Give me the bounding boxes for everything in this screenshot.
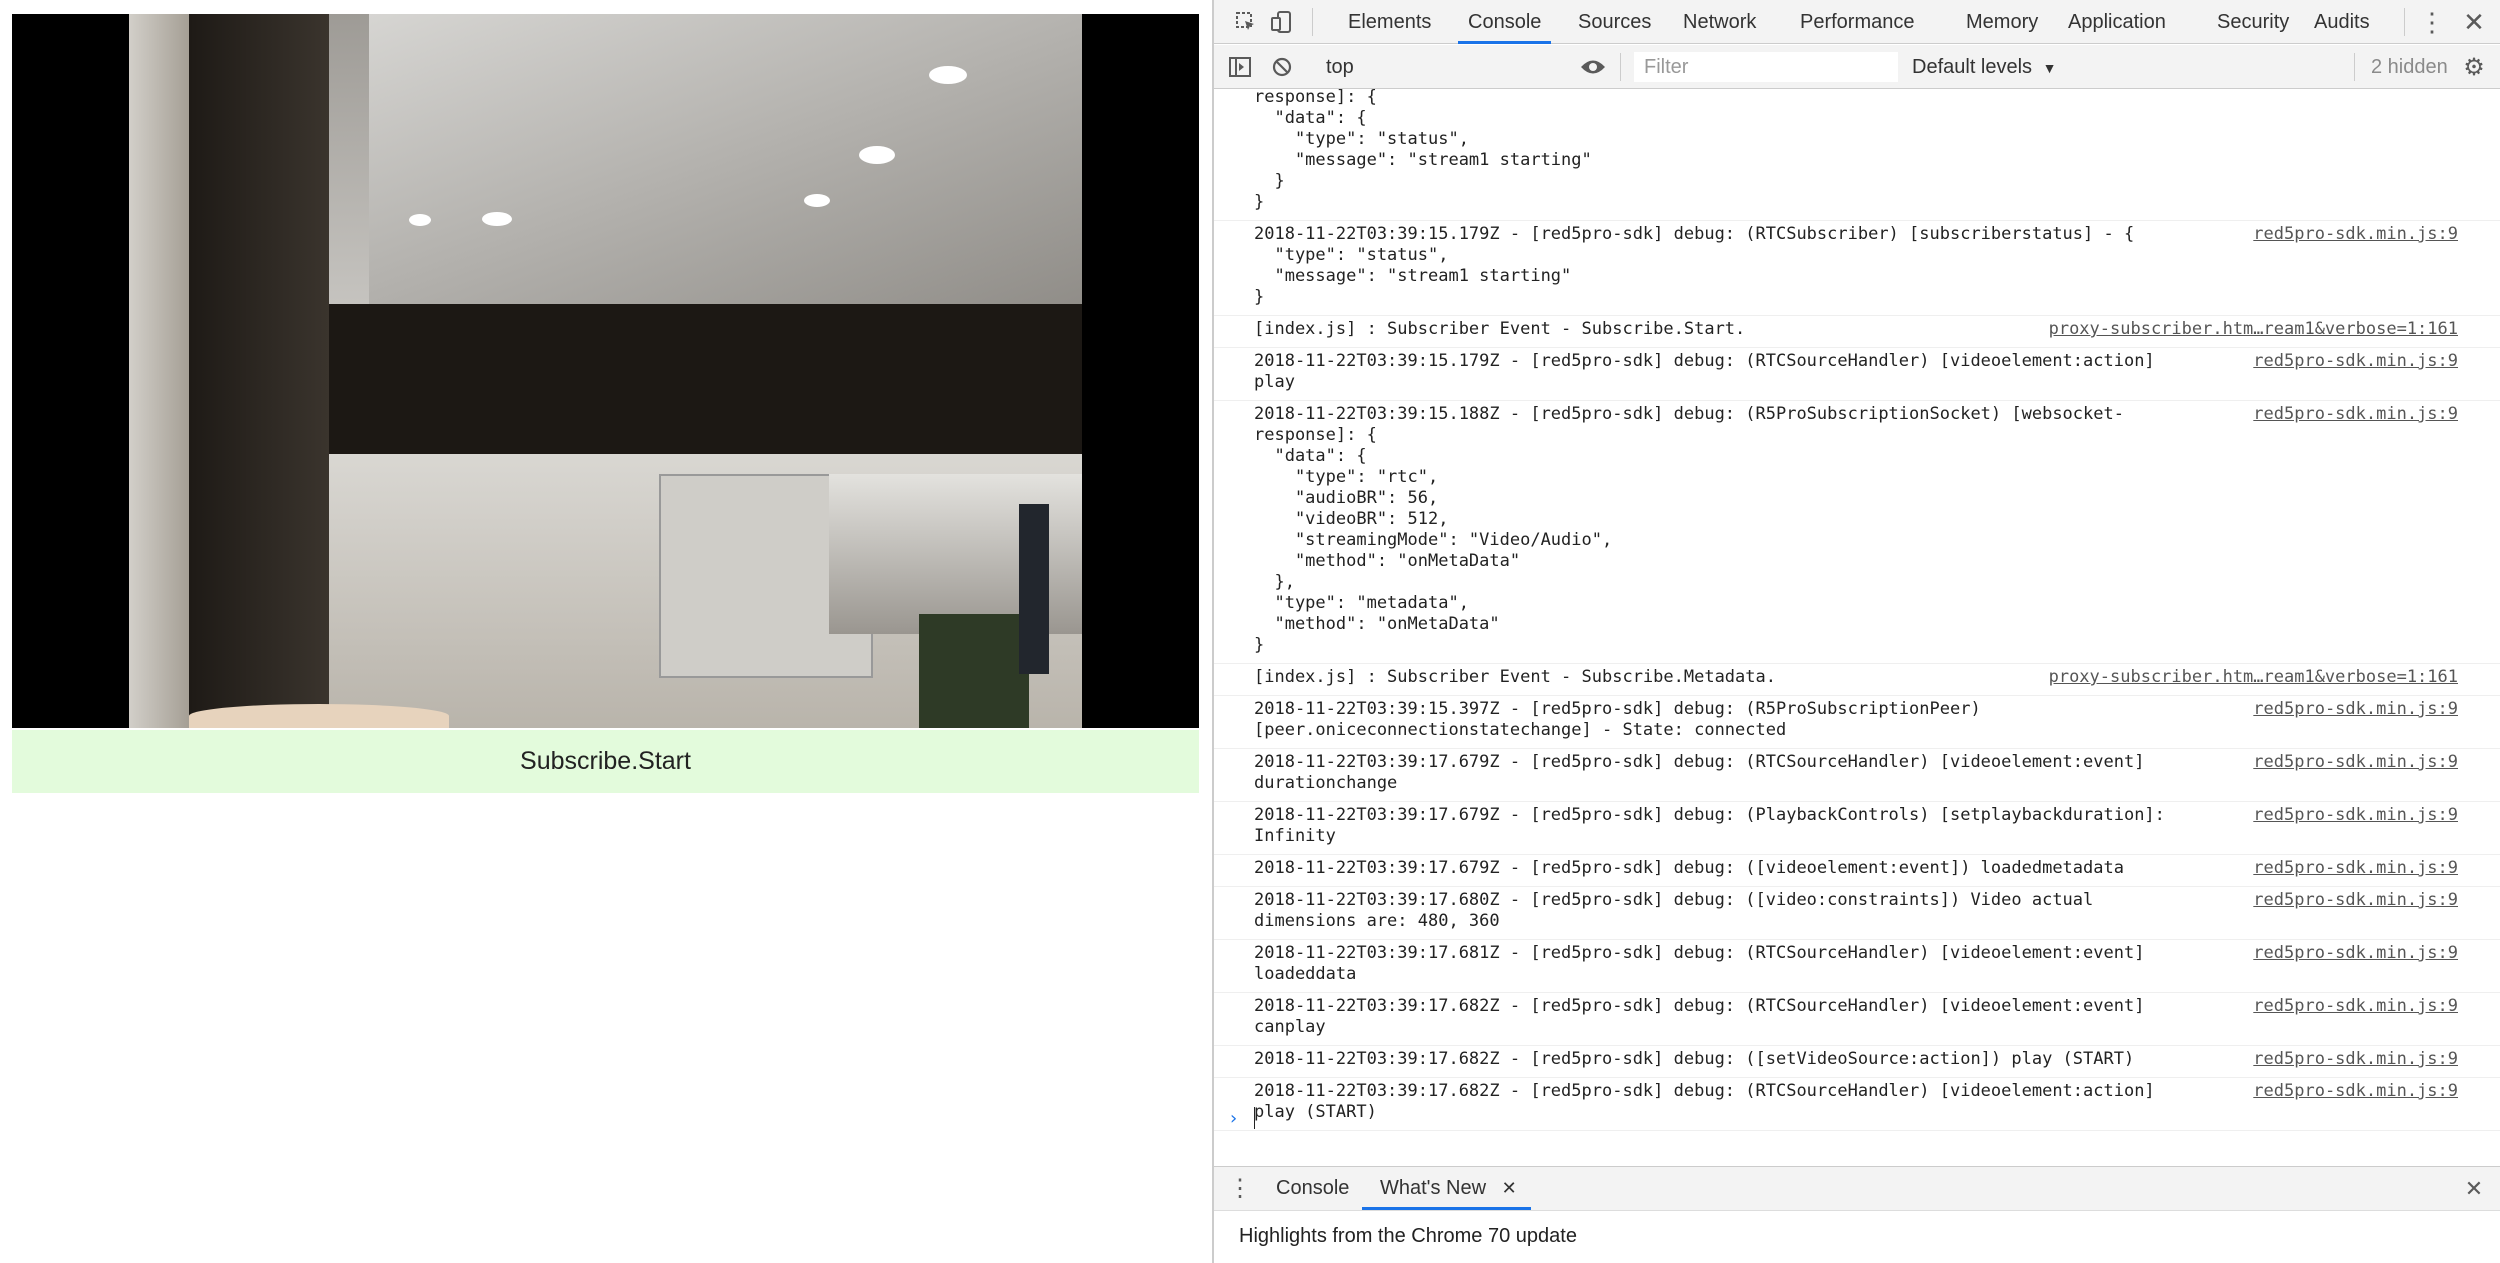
devtools-panel: Elements Console Sources Network Perform… <box>1212 0 2500 1263</box>
console-message-source-link[interactable]: red5pro-sdk.min.js:9 <box>2253 1081 2458 1102</box>
clear-console-icon[interactable] <box>1264 45 1300 89</box>
console-message-text: 2018-11-22T03:39:17.679Z - [red5pro-sdk]… <box>1254 805 2165 846</box>
drawer-tab-console[interactable]: Console <box>1276 1167 1349 1210</box>
video-frame <box>129 14 1082 728</box>
whats-new-headline: Highlights from the Chrome 70 update <box>1239 1225 1577 1247</box>
video-player[interactable] <box>12 14 1199 728</box>
console-message-text: 2018-11-22T03:39:17.680Z - [red5pro-sdk]… <box>1254 890 2094 931</box>
console-message: 2018-11-22T03:39:17.679Z - [red5pro-sdk]… <box>1214 856 2500 887</box>
console-message-source-link[interactable]: red5pro-sdk.min.js:9 <box>2253 699 2458 720</box>
context-value: top <box>1326 56 1354 78</box>
console-message-source-link[interactable]: red5pro-sdk.min.js:9 <box>2253 351 2458 372</box>
console-prompt[interactable]: › <box>1214 1104 2500 1134</box>
console-message: 2018-11-22T03:39:15.188Z - [red5pro-sdk]… <box>1214 402 2500 664</box>
prompt-chevron-icon: › <box>1228 1108 1239 1129</box>
console-message-text: 2018-11-22T03:39:17.679Z - [red5pro-sdk]… <box>1254 858 2124 878</box>
console-message-source-link[interactable]: red5pro-sdk.min.js:9 <box>2253 752 2458 773</box>
inspect-element-icon[interactable] <box>1228 0 1264 44</box>
console-messages: response]: { "data": { "type": "status",… <box>1214 89 2500 1166</box>
console-message-text: 2018-11-22T03:39:15.397Z - [red5pro-sdk]… <box>1254 699 1981 740</box>
console-message: 2018-11-22T03:39:17.679Z - [red5pro-sdk]… <box>1214 750 2500 802</box>
log-levels-dropdown[interactable]: Default levels ▼ <box>1912 45 2056 89</box>
log-levels-label: Default levels <box>1912 56 2033 78</box>
tab-memory[interactable]: Memory <box>1964 0 2040 44</box>
console-message-text: 2018-11-22T03:39:17.682Z - [red5pro-sdk]… <box>1254 1049 2135 1069</box>
hidden-messages-count: 2 hidden <box>2371 56 2448 78</box>
device-toolbar-icon[interactable] <box>1264 0 1300 44</box>
prompt-caret <box>1254 1107 1255 1129</box>
tab-sources[interactable]: Sources <box>1576 0 1653 44</box>
settings-gear-icon[interactable]: ⚙ <box>2456 45 2492 89</box>
tab-application[interactable]: Application <box>2066 0 2168 44</box>
console-message-text: 2018-11-22T03:39:15.188Z - [red5pro-sdk]… <box>1254 404 2124 655</box>
drawer-menu-icon[interactable]: ⋮ <box>1222 1167 1258 1210</box>
drawer-tabbar: ⋮ Console What's New ✕ ✕ <box>1214 1166 2500 1211</box>
console-message-text: [index.js] : Subscriber Event - Subscrib… <box>1254 667 1776 687</box>
console-message: [index.js] : Subscriber Event - Subscrib… <box>1214 317 2500 348</box>
console-message-source-link[interactable]: red5pro-sdk.min.js:9 <box>2253 858 2458 879</box>
console-message: 2018-11-22T03:39:15.397Z - [red5pro-sdk]… <box>1214 697 2500 749</box>
sidebar-toggle-icon[interactable] <box>1222 45 1258 89</box>
console-message-text: 2018-11-22T03:39:15.179Z - [red5pro-sdk]… <box>1254 351 2155 392</box>
close-drawer-icon[interactable]: ✕ <box>2456 1167 2492 1210</box>
console-message-source-link[interactable]: red5pro-sdk.min.js:9 <box>2253 805 2458 826</box>
console-message-source-link[interactable]: red5pro-sdk.min.js:9 <box>2253 224 2458 245</box>
console-message-source-link[interactable]: proxy-subscriber.htm…ream1&verbose=1:161 <box>2049 319 2458 340</box>
tab-elements[interactable]: Elements <box>1346 0 1433 44</box>
console-message-source-link[interactable]: proxy-subscriber.htm…ream1&verbose=1:161 <box>2049 667 2458 688</box>
console-message-source-link[interactable]: red5pro-sdk.min.js:9 <box>2253 404 2458 425</box>
console-message: 2018-11-22T03:39:17.682Z - [red5pro-sdk]… <box>1214 994 2500 1046</box>
console-message-source-link[interactable]: red5pro-sdk.min.js:9 <box>2253 890 2458 911</box>
console-message: 2018-11-22T03:39:17.680Z - [red5pro-sdk]… <box>1214 888 2500 940</box>
console-toolbar: top ▼ Default levels ▼ 2 hidden ⚙ <box>1214 45 2500 89</box>
console-message: 2018-11-22T03:39:15.179Z - [red5pro-sdk]… <box>1214 349 2500 401</box>
console-filter-input[interactable] <box>1634 52 1898 82</box>
console-message: 2018-11-22T03:39:15.179Z - [red5pro-sdk]… <box>1214 222 2500 316</box>
console-message: 2018-11-22T03:39:17.681Z - [red5pro-sdk]… <box>1214 941 2500 993</box>
tab-performance[interactable]: Performance <box>1798 0 1917 44</box>
console-message-text: response]: { "data": { "type": "status",… <box>1254 89 1592 212</box>
console-message-text: 2018-11-22T03:39:17.681Z - [red5pro-sdk]… <box>1254 943 2145 984</box>
tab-audits[interactable]: Audits <box>2312 0 2372 44</box>
subscriber-status-bar: Subscribe.Start <box>12 730 1199 793</box>
drawer-tab-whats-new-label: What's New <box>1380 1177 1487 1199</box>
console-message: 2018-11-22T03:39:17.679Z - [red5pro-sdk]… <box>1214 803 2500 855</box>
tab-security[interactable]: Security <box>2215 0 2291 44</box>
close-tab-icon[interactable]: ✕ <box>1502 1178 1517 1198</box>
tab-console[interactable]: Console <box>1457 0 1552 44</box>
console-message: response]: { "data": { "type": "status",… <box>1214 89 2500 221</box>
console-message-source-link[interactable]: red5pro-sdk.min.js:9 <box>2253 996 2458 1017</box>
console-message-source-link[interactable]: red5pro-sdk.min.js:9 <box>2253 1049 2458 1070</box>
drawer-tab-whats-new[interactable]: What's New ✕ <box>1362 1167 1531 1210</box>
console-message-source-link[interactable]: red5pro-sdk.min.js:9 <box>2253 943 2458 964</box>
dropdown-arrow-icon: ▼ <box>2042 60 2057 76</box>
web-page: Subscribe.Start <box>0 0 1212 1263</box>
tab-network[interactable]: Network <box>1681 0 1758 44</box>
console-message-text: 2018-11-22T03:39:17.682Z - [red5pro-sdk]… <box>1254 996 2145 1037</box>
whats-new-panel: Highlights from the Chrome 70 update <box>1214 1211 2500 1263</box>
console-message-text: 2018-11-22T03:39:15.179Z - [red5pro-sdk]… <box>1254 224 2135 307</box>
console-message-text: 2018-11-22T03:39:17.679Z - [red5pro-sdk]… <box>1254 752 2145 793</box>
console-message-text: [index.js] : Subscriber Event - Subscrib… <box>1254 319 1746 339</box>
subscriber-status-text: Subscribe.Start <box>520 747 691 775</box>
close-devtools-icon[interactable]: ✕ <box>2456 0 2492 44</box>
devtools-tabbar: Elements Console Sources Network Perform… <box>1214 0 2500 44</box>
more-options-icon[interactable]: ⋮ <box>2414 0 2450 44</box>
console-message: [index.js] : Subscriber Event - Subscrib… <box>1214 665 2500 696</box>
console-message: 2018-11-22T03:39:17.682Z - [red5pro-sdk]… <box>1214 1047 2500 1078</box>
eye-icon[interactable] <box>1575 45 1611 89</box>
